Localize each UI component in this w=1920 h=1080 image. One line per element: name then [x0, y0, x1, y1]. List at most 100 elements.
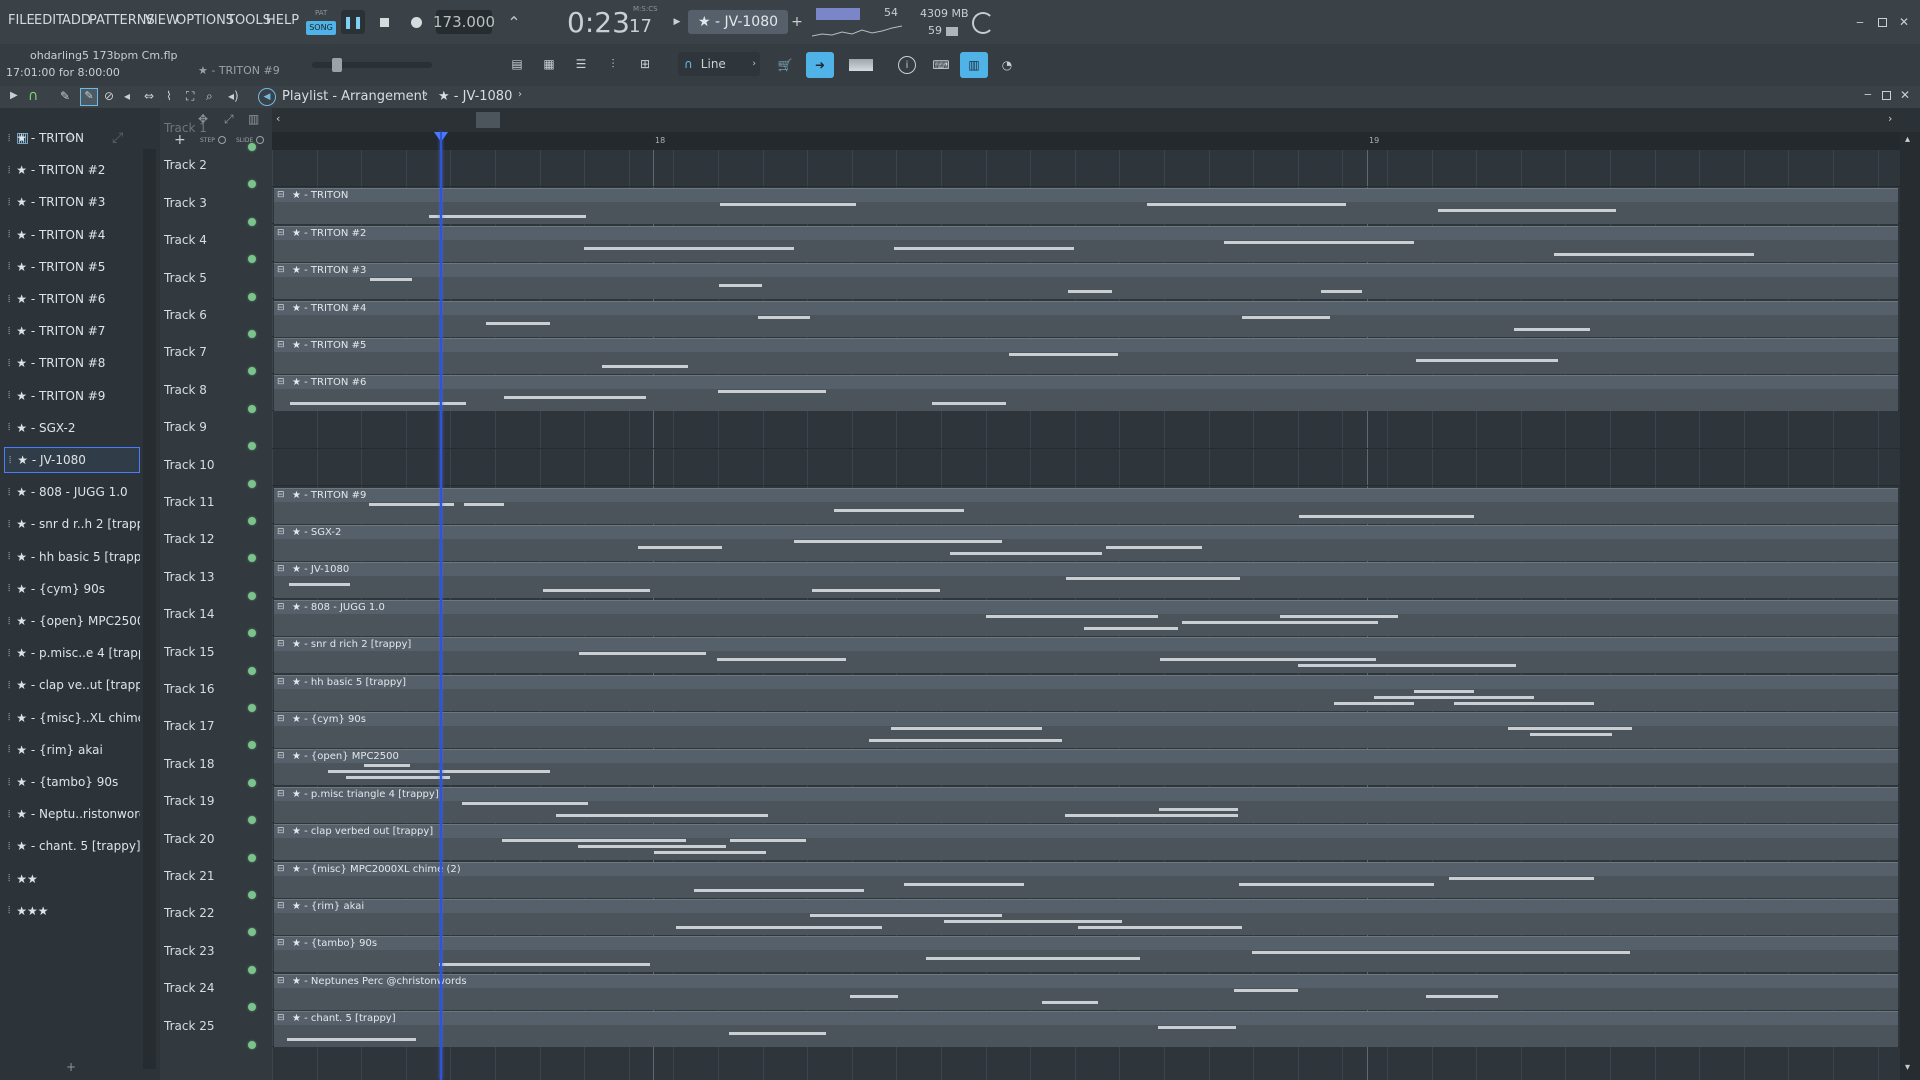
pattern-item[interactable]: ⦙ ★ - {cym} 90s: [4, 576, 140, 602]
keyboard-button[interactable]: ⌨: [928, 52, 954, 78]
chevron-left-icon[interactable]: ‹: [276, 112, 280, 125]
pattern-item[interactable]: ⦙ ★ - TRITON #2: [4, 157, 140, 183]
track-mute-led[interactable]: [248, 891, 256, 899]
track-mute-led[interactable]: [248, 666, 256, 675]
picker-scrollbar[interactable]: [143, 149, 156, 1069]
pattern-clip[interactable]: ⊟ ★ - p.misc triangle 4 [trappy]: [274, 786, 1898, 823]
pattern-clip[interactable]: ⊟ ★ - hh basic 5 [trappy]: [274, 674, 1898, 711]
play-small-icon[interactable]: ▶: [10, 90, 18, 101]
pattern-item[interactable]: ⦙ ★ - TRITON #8: [4, 350, 140, 376]
pattern-item[interactable]: ⦙ ★ - 808 - JUGG 1.0: [4, 479, 140, 505]
track-mute-led[interactable]: [248, 479, 256, 488]
pattern-clip[interactable]: ⊟ ★ - {open} MPC2500: [274, 749, 1898, 786]
pattern-clip[interactable]: ⊟ ★ - SGX-2: [274, 525, 1898, 561]
news-button[interactable]: [842, 52, 880, 78]
track-name[interactable]: Track 2: [164, 158, 207, 172]
track-mute-led[interactable]: [248, 816, 256, 825]
chevron-right-icon[interactable]: ›: [1888, 112, 1892, 125]
pattern-clip[interactable]: ⊟ ★ - TRITON #9: [274, 487, 1898, 524]
track-name[interactable]: Track 18: [164, 757, 214, 771]
track-mute-led[interactable]: [248, 517, 256, 525]
menu-edit[interactable]: EDIT: [34, 13, 64, 28]
menu-add[interactable]: ADD: [62, 13, 91, 28]
add-pattern-button[interactable]: +: [790, 12, 804, 32]
pattern-item[interactable]: ⦙ ★ - chant. 5 [trappy]: [4, 833, 140, 859]
track-mute-led[interactable]: [248, 143, 256, 151]
track-name[interactable]: Track 11: [164, 495, 214, 509]
pattern-item[interactable]: ⦙ ★ - JV-1080: [4, 447, 140, 473]
clip-menu-icon[interactable]: ⊟: [277, 489, 285, 502]
clip-menu-icon[interactable]: ⊟: [277, 264, 285, 277]
track-mute-led[interactable]: [248, 928, 256, 937]
browser-button[interactable]: ⊞: [632, 50, 658, 78]
pattern-item[interactable]: ⦙ ★ - clap ve..ut [trappy]: [4, 672, 140, 698]
master-volume-slider[interactable]: [312, 58, 432, 72]
track-name[interactable]: Track 17: [164, 719, 214, 733]
info-button[interactable]: i: [894, 52, 920, 78]
track-lane[interactable]: [272, 449, 1900, 487]
clip-menu-icon[interactable]: ⊟: [277, 1012, 285, 1025]
pattern-clip[interactable]: ⊟ ★ - TRITON #6: [274, 375, 1898, 412]
track-mute-led[interactable]: [248, 217, 256, 226]
pattern-clip[interactable]: ⊟ ★ - Neptunes Perc @christonwords: [274, 973, 1898, 1010]
channel-icon[interactable]: ▥: [248, 112, 259, 126]
track-lane[interactable]: [272, 150, 1900, 187]
track-lane[interactable]: [272, 412, 1900, 449]
pattern-clip[interactable]: ⊟ ★ - TRITON: [274, 188, 1898, 225]
pause-button[interactable]: ❚❚: [341, 10, 365, 34]
clip-menu-icon[interactable]: ⊟: [277, 563, 285, 576]
stop-button[interactable]: [372, 10, 396, 34]
track-name[interactable]: Track 25: [164, 1019, 214, 1033]
track-name[interactable]: Track 20: [164, 832, 214, 846]
pattern-item[interactable]: ⦙ ★ - {rim} akai: [4, 737, 140, 763]
clip-menu-icon[interactable]: ⊟: [277, 376, 285, 389]
track-mute-led[interactable]: [248, 965, 256, 974]
pattern-item[interactable]: ⦙ ★ - TRITON #3: [4, 189, 140, 215]
track-mute-led[interactable]: [248, 330, 256, 338]
step-toggle[interactable]: [218, 136, 226, 144]
step-label[interactable]: STEP: [200, 137, 215, 144]
window-close-icon[interactable]: ✕: [1900, 88, 1910, 102]
mixer-button[interactable]: ⫶: [600, 50, 626, 78]
pattern-item[interactable]: ⦙ ★ - TRITON: [4, 125, 140, 151]
pattern-clip[interactable]: ⊟ ★ - clap verbed out [trappy]: [274, 824, 1898, 861]
clip-menu-icon[interactable]: ⊟: [277, 601, 285, 614]
pattern-prev-button[interactable]: ▶: [669, 12, 685, 32]
playback-tool-icon[interactable]: ◂): [228, 89, 239, 103]
clip-menu-icon[interactable]: ⊟: [277, 900, 285, 913]
window-minimize-icon[interactable]: ‒: [1864, 87, 1872, 101]
clip-menu-icon[interactable]: ⊟: [277, 339, 285, 352]
track-mute-led[interactable]: [248, 255, 256, 264]
track-mute-led[interactable]: [248, 404, 256, 413]
pattern-clip[interactable]: ⊟ ★ - 808 - JUGG 1.0: [274, 599, 1898, 636]
track-name[interactable]: Track 10: [164, 458, 214, 472]
track-mute-led[interactable]: [248, 591, 256, 600]
track-name[interactable]: Track 15: [164, 645, 214, 659]
send-button[interactable]: ➜: [806, 52, 834, 78]
pattern-clip[interactable]: ⊟ ★ - TRITON #5: [274, 338, 1898, 374]
cpu-gauge-button[interactable]: [968, 8, 998, 38]
track-mute-led[interactable]: [248, 853, 256, 862]
menu-help[interactable]: HELP: [266, 13, 299, 28]
restore-button[interactable]: [1874, 14, 1890, 30]
menu-tools[interactable]: TOOLS: [227, 13, 271, 28]
pattern-item[interactable]: ⦙ ★ - {tambo} 90s: [4, 769, 140, 795]
pattern-item[interactable]: ⦙ ★ - TRITON #6: [4, 286, 140, 312]
record-button[interactable]: [404, 10, 428, 34]
clip-menu-icon[interactable]: ⊟: [277, 189, 285, 202]
track-name[interactable]: Track 7: [164, 345, 207, 359]
pattern-item[interactable]: ⦙ ★ - Neptu..ristonwords: [4, 801, 140, 827]
track-name[interactable]: Track 14: [164, 607, 214, 621]
add-track-icon[interactable]: +: [66, 1060, 76, 1074]
menu-options[interactable]: OPTIONS: [176, 13, 234, 28]
pattern-item[interactable]: ⦙ ★ - SGX-2: [4, 415, 140, 441]
track-name[interactable]: Track 13: [164, 570, 214, 584]
track-mute-led[interactable]: [248, 1003, 256, 1012]
tempo-display[interactable]: 173.000: [433, 10, 495, 34]
track-name[interactable]: Track 21: [164, 869, 214, 883]
clip-menu-icon[interactable]: ⊟: [277, 676, 285, 689]
pattern-item[interactable]: ⦙ ★ - {misc}..XL chime (2): [4, 705, 140, 731]
piano-roll-button[interactable]: ▦: [536, 50, 562, 78]
track-lane[interactable]: [272, 1048, 1900, 1080]
pattern-clip[interactable]: ⊟ ★ - {tambo} 90s: [274, 936, 1898, 973]
